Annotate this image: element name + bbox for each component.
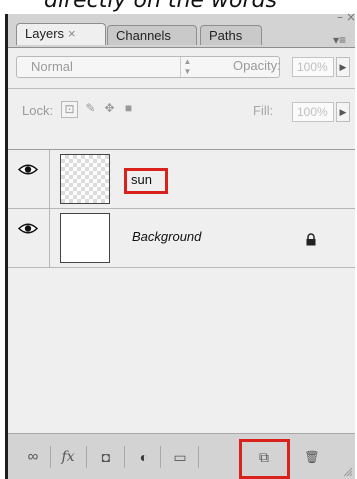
toolbar-separator xyxy=(124,446,125,468)
toolbar-separator xyxy=(198,446,199,468)
layer-name-background[interactable]: Background xyxy=(132,229,201,244)
lock-label: Lock: xyxy=(22,103,54,118)
layer-name-sun[interactable]: sun xyxy=(131,172,152,187)
fill-label: Fill: xyxy=(253,103,274,118)
lock-position-icon[interactable]: ✥ xyxy=(101,101,118,118)
new-layer-icon[interactable]: ⧉ xyxy=(251,446,277,468)
padlock-icon xyxy=(306,233,316,246)
eye-icon[interactable] xyxy=(18,163,38,176)
fill-input[interactable]: 100% xyxy=(292,102,334,122)
new-group-folder-icon[interactable]: ▭ xyxy=(168,446,192,468)
panel-menu-icon[interactable]: ▾≡ xyxy=(333,33,346,47)
visibility-cell[interactable] xyxy=(8,150,50,208)
resize-grip-icon[interactable] xyxy=(343,467,353,477)
layer-thumbnail-transparent xyxy=(60,154,110,204)
caption-text: directly on the words xyxy=(44,0,277,13)
panel-tabs: Layers × Channels Paths ▾≡ xyxy=(8,21,355,47)
tab-close-icon[interactable]: × xyxy=(68,26,76,41)
layer-row-sun[interactable]: sun xyxy=(8,150,355,209)
lock-image-pixels-icon[interactable]: ✎ xyxy=(82,101,99,118)
tab-layers-label: Layers xyxy=(25,26,65,41)
layers-panel: – × Layers × Channels Paths ▾≡ Normal ▲ ▼ … xyxy=(5,10,356,479)
visibility-cell[interactable] xyxy=(8,209,50,267)
tab-channels[interactable]: Channels xyxy=(107,25,197,45)
eye-icon[interactable] xyxy=(18,222,38,235)
tab-layers[interactable]: Layers × xyxy=(16,23,106,45)
tab-paths[interactable]: Paths xyxy=(200,25,262,45)
tab-paths-label: Paths xyxy=(209,28,243,43)
tab-channels-label: Channels xyxy=(116,28,171,43)
toolbar-separator xyxy=(160,446,161,468)
toolbar-separator xyxy=(86,446,87,468)
opacity-input[interactable]: 100% xyxy=(292,57,334,77)
layers-list: sun Background xyxy=(8,150,355,433)
lock-all-icon[interactable]: ■ xyxy=(120,101,137,118)
layer-mask-icon[interactable]: ◘ xyxy=(94,446,118,468)
trash-icon[interactable]: 🗑 xyxy=(300,446,324,468)
layer-thumbnail-white xyxy=(60,213,110,263)
toolbar-separator xyxy=(50,446,51,468)
lock-row: Lock: ⊡ ✎ ✥ ■ Fill: 100% ▶ xyxy=(8,89,355,149)
opacity-label: Opacity: xyxy=(233,58,281,73)
blend-row: Normal ▲ ▼ Opacity: 100% ▶ xyxy=(8,48,355,88)
blend-mode-value: Normal xyxy=(31,59,73,74)
lock-transparency-icon[interactable]: ⊡ xyxy=(61,101,78,118)
fill-arrow-icon[interactable]: ▶ xyxy=(336,102,350,122)
layer-style-fx-icon[interactable]: fx xyxy=(56,446,80,468)
opacity-arrow-icon[interactable]: ▶ xyxy=(336,57,350,77)
layers-bottom-bar: ∞ fx ◘ ◐ ▭ ⧉ 🗑 xyxy=(8,433,355,479)
link-layers-icon[interactable]: ∞ xyxy=(20,446,46,468)
adjustment-layer-icon[interactable]: ◐ xyxy=(132,446,156,468)
blend-stepper-icon[interactable]: ▲ ▼ xyxy=(180,57,194,77)
caption-cut-text: directly on the words xyxy=(0,0,357,14)
layer-row-background[interactable]: Background xyxy=(8,209,355,268)
